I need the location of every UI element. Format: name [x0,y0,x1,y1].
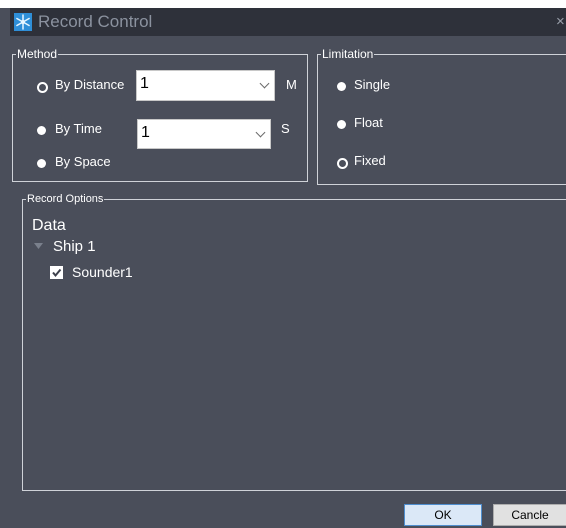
ok-button[interactable]: OK [404,504,482,526]
chevron-down-icon [259,78,270,89]
tree-ship-label[interactable]: Ship 1 [53,238,96,256]
fixed-label: Fixed [354,153,386,168]
by-time-label: By Time [55,121,102,136]
by-distance-radio[interactable] [37,82,48,93]
sounder-checkbox[interactable] [50,266,63,279]
snowflake-icon [14,13,32,31]
by-distance-label: By Distance [55,77,125,92]
time-unit: S [281,121,290,136]
time-combo[interactable]: 1 [137,119,271,149]
record-options-legend: Record Options [27,193,104,205]
single-radio[interactable] [337,82,346,91]
distance-value: 1 [140,75,149,92]
outer-frame-strip [0,0,566,8]
caret-down-icon[interactable] [34,243,43,249]
checkmark-icon [52,268,62,278]
fixed-radio[interactable] [337,158,348,169]
close-icon[interactable]: × [556,12,566,32]
time-value: 1 [141,124,150,141]
by-time-radio[interactable] [37,126,46,135]
title-bar[interactable]: Record Control × [10,8,566,36]
cancel-button[interactable]: Cancle [493,504,566,526]
distance-unit: M [286,77,297,92]
record-options-group: Record Options [22,193,566,491]
limitation-legend: Limitation [322,47,374,61]
distance-combo[interactable]: 1 [136,70,275,101]
float-label: Float [354,115,383,130]
tree-root-label: Data [32,217,66,234]
by-space-label: By Space [55,154,111,169]
method-legend: Method [17,47,58,61]
float-radio[interactable] [337,120,346,129]
chevron-down-icon [255,127,266,138]
window-title: Record Control [38,12,153,31]
record-control-dialog: Record Control × Method By Distance 1 M … [10,8,566,528]
single-label: Single [354,77,391,92]
sounder-label: Sounder1 [72,264,133,280]
by-space-radio[interactable] [37,159,46,168]
